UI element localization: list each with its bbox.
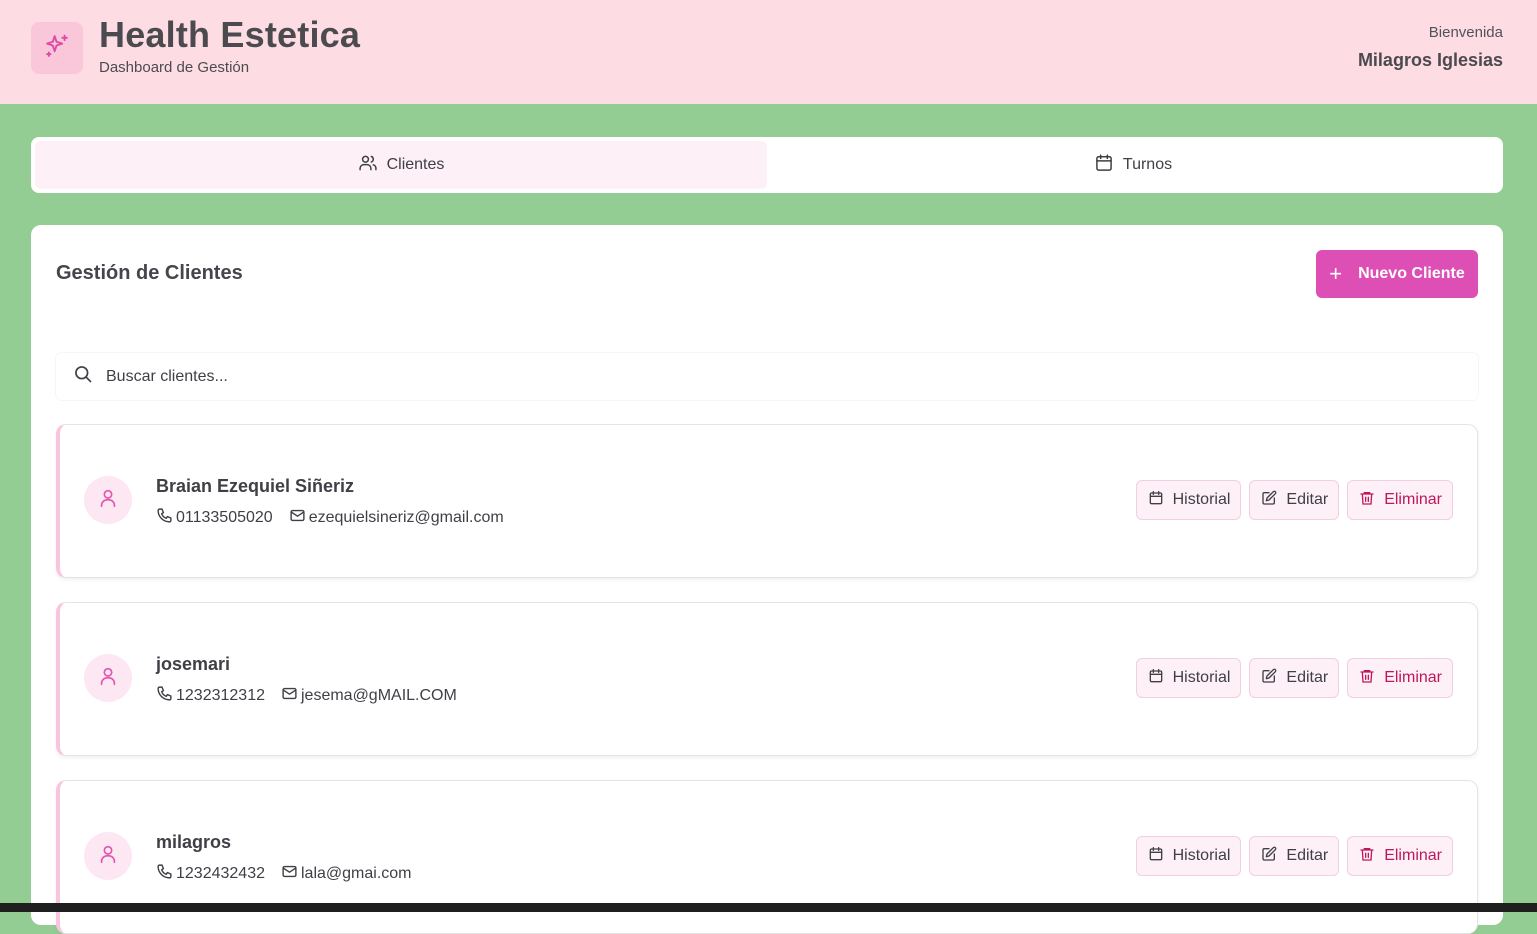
client-actions: Historial Editar Eliminar [1135,658,1453,698]
panel-title: Gestión de Clientes [56,262,243,284]
calendar-icon [1148,846,1164,867]
trash-icon [1359,490,1375,511]
client-actions: Historial Editar Eliminar [1135,836,1453,876]
client-email: jesema@gMAIL.COM [281,685,457,707]
edit-button[interactable]: Editar [1249,480,1340,520]
edit-icon [1261,490,1277,511]
new-client-button[interactable]: + Nuevo Cliente [1316,250,1478,298]
client-name: Braian Ezequiel Siñeriz [156,476,355,496]
delete-button[interactable]: Eliminar [1347,836,1453,876]
welcome-text: Bienvenida [1428,24,1503,41]
history-button[interactable]: Historial [1135,836,1242,876]
clients-panel: Gestión de Clientes + Nuevo Cliente Brai… [31,225,1503,934]
edit-label: Editar [1286,847,1329,864]
taskbar-edge [0,903,1537,912]
logo [31,22,83,74]
users-icon [358,153,378,178]
client-phone: 01133505020 [156,507,273,529]
tab-clientes-label: Clientes [386,156,445,173]
delete-label: Eliminar [1384,491,1442,508]
client-email: ezequielsineriz@gmail.com [289,507,504,529]
edit-label: Editar [1286,491,1329,508]
phone-text: 01133505020 [176,509,273,526]
history-label: Historial [1172,491,1231,508]
edit-button[interactable]: Editar [1249,658,1340,698]
mail-icon [281,685,298,707]
email-text: lala@gmai.com [300,865,412,882]
avatar [84,832,132,880]
edit-icon [1261,668,1277,689]
phone-icon [156,685,173,707]
delete-label: Eliminar [1384,669,1442,686]
sparkles-icon [43,32,71,65]
client-contact: 1232432432 lala@gmai.com [156,863,411,885]
avatar [84,476,132,524]
tab-turnos-label: Turnos [1122,156,1173,173]
plus-icon: + [1329,261,1343,286]
phone-text: 1232312312 [176,687,265,704]
client-name: josemari [156,654,231,674]
edit-button[interactable]: Editar [1249,836,1340,876]
delete-button[interactable]: Eliminar [1347,658,1453,698]
phone-icon [156,863,173,885]
user-name: Milagros Iglesias [1357,50,1503,70]
user-icon [97,665,119,692]
client-name: milagros [156,832,232,852]
search-bar [56,353,1478,400]
calendar-icon [1094,153,1114,178]
history-label: Historial [1172,847,1231,864]
client-phone: 1232432432 [156,863,265,885]
avatar [84,654,132,702]
main-tabs: Clientes Turnos [31,137,1503,193]
app-subtitle: Dashboard de Gestión [99,59,250,76]
edit-label: Editar [1286,669,1329,686]
history-button[interactable]: Historial [1135,480,1242,520]
delete-label: Eliminar [1384,847,1442,864]
client-card: Braian Ezequiel Siñeriz 01133505020 ezeq… [56,424,1478,578]
trash-icon [1359,668,1375,689]
search-input[interactable] [106,367,706,386]
app-title: Health Estetica [99,14,361,55]
phone-icon [156,507,173,529]
calendar-icon [1148,490,1164,511]
edit-icon [1261,846,1277,867]
search-icon [73,364,93,389]
calendar-icon [1148,668,1164,689]
tab-clientes[interactable]: Clientes [35,141,767,189]
trash-icon [1359,846,1375,867]
history-label: Historial [1172,669,1231,686]
delete-button[interactable]: Eliminar [1347,480,1453,520]
client-phone: 1232312312 [156,685,265,707]
client-contact: 01133505020 ezequielsineriz@gmail.com [156,507,504,529]
new-client-label: Nuevo Cliente [1358,265,1465,282]
mail-icon [281,863,298,885]
client-contact: 1232312312 jesema@gMAIL.COM [156,685,457,707]
phone-text: 1232432432 [176,865,265,882]
email-text: jesema@gMAIL.COM [300,687,457,704]
app-header: Health Estetica Dashboard de Gestión Bie… [0,0,1537,104]
tab-turnos[interactable]: Turnos [767,141,1499,189]
email-text: ezequielsineriz@gmail.com [308,509,504,526]
user-icon [97,843,119,870]
client-actions: Historial Editar Eliminar [1135,480,1453,520]
mail-icon [289,507,306,529]
client-email: lala@gmai.com [281,863,412,885]
client-card: josemari 1232312312 jesema@gMAIL.COM His… [56,602,1478,756]
user-icon [97,487,119,514]
history-button[interactable]: Historial [1135,658,1242,698]
